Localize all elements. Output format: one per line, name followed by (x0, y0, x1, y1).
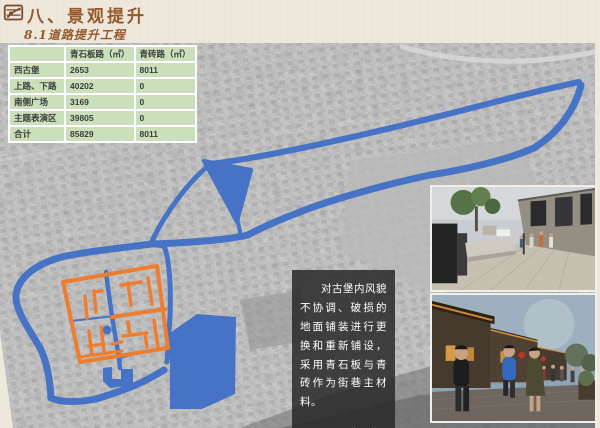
row-label: 上路、下路 (9, 78, 65, 94)
row-value: 0 (135, 110, 196, 126)
row-label: 西古堡 (9, 62, 65, 78)
row-value: 8011 (135, 62, 196, 78)
table-header-qingzhuan: 青砖路（㎡） (135, 46, 196, 62)
row-value: 85829 (65, 126, 135, 142)
table-row: 上路、下路 40202 0 (9, 78, 196, 94)
slide-canvas: 八、景观提升 8.1道路提升工程 青石板路（㎡） 青砖路（㎡） 西古堡 2653… (0, 0, 600, 428)
table-header-blank (9, 46, 65, 62)
table-header-row: 青石板路（㎡） 青砖路（㎡） (9, 46, 196, 62)
page-subtitle: 8.1道路提升工程 (24, 26, 126, 43)
photo-day-street (430, 185, 597, 292)
page-title: 八、景观提升 (27, 2, 147, 27)
row-value: 39805 (65, 110, 135, 126)
row-label: 合计 (9, 126, 65, 142)
row-label: 南侧广场 (9, 94, 65, 110)
row-value: 0 (135, 78, 196, 94)
table-row: 西古堡 2653 8011 (9, 62, 196, 78)
table-row: 南侧广场 3169 0 (9, 94, 196, 110)
pond-theme-performance-area (170, 314, 236, 409)
row-value: 3169 (65, 94, 135, 110)
table-row: 主题表演区 39805 0 (9, 110, 196, 126)
table-header-qingshiban: 青石板路（㎡） (65, 46, 135, 62)
note-text: 对古堡内风貌不协调、破损的地面铺装进行更换和重新铺设，采用青石板与青砖作为街巷主… (300, 280, 387, 412)
photo-dusk-street (430, 293, 597, 423)
row-value: 0 (135, 94, 196, 110)
row-value: 8011 (135, 126, 196, 142)
table-row-total: 合计 85829 8011 (9, 126, 196, 142)
row-label: 主题表演区 (9, 110, 65, 126)
row-value: 2653 (65, 62, 135, 78)
row-value: 40202 (65, 78, 135, 94)
area-table: 青石板路（㎡） 青砖路（㎡） 西古堡 2653 8011 上路、下路 40202… (8, 45, 197, 143)
header-seal-icon (3, 2, 24, 23)
note-panel: 对古堡内风貌不协调、破损的地面铺装进行更换和重新铺设，采用青石板与青砖作为街巷主… (292, 270, 395, 428)
